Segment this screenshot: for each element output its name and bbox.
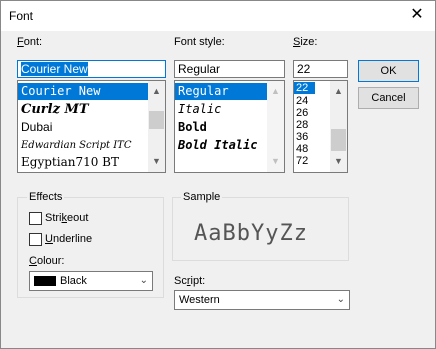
ok-button[interactable]: OK	[358, 60, 419, 82]
effects-title: Effects	[27, 191, 65, 203]
sample-preview-text: AaBbYyZz	[194, 221, 308, 246]
font-name-list[interactable]: Courier New Curlz MT Dubai Edwardian Scr…	[17, 80, 166, 173]
font-name-value: Courier New	[21, 62, 88, 76]
font-style-label: Font style:	[174, 36, 225, 48]
font-style-input[interactable]: Regular	[174, 60, 285, 78]
font-style-scrollbar[interactable]: ▲ ▼	[267, 81, 284, 172]
scroll-up-icon[interactable]: ▲	[148, 83, 165, 100]
chevron-down-icon: ⌄	[336, 294, 345, 305]
font-style-item[interactable]: Regular	[175, 83, 267, 100]
strikeout-label[interactable]: Strikeout	[45, 212, 88, 224]
font-dialog: Font ✕ Font: Courier New Courier New Cur…	[0, 0, 436, 349]
scroll-thumb[interactable]	[331, 129, 346, 151]
size-label: Size:	[293, 36, 318, 48]
underline-label[interactable]: Underline	[45, 233, 92, 245]
font-list-item[interactable]: Egyptian710 BT	[18, 154, 119, 171]
font-list-item[interactable]: Curlz MT	[18, 101, 89, 118]
size-input[interactable]: 22	[293, 60, 348, 78]
font-style-item[interactable]: Bold Italic	[175, 137, 257, 154]
colour-dropdown[interactable]: Black ⌄	[29, 271, 153, 291]
scroll-down-icon[interactable]: ▼	[330, 153, 347, 170]
colour-value: Black	[60, 275, 87, 287]
font-list-item[interactable]: Courier New	[18, 83, 148, 100]
colour-label: Colour:	[29, 255, 65, 267]
font-name-input[interactable]: Courier New	[17, 60, 166, 78]
size-value: 22	[297, 62, 311, 76]
font-list-item[interactable]: Dubai	[18, 119, 52, 136]
scroll-up-icon[interactable]: ▲	[330, 83, 347, 100]
size-item[interactable]: 26	[294, 107, 308, 119]
size-item[interactable]: 28	[294, 119, 308, 131]
size-item[interactable]: 24	[294, 95, 308, 107]
script-dropdown[interactable]: Western ⌄	[174, 290, 350, 310]
size-item[interactable]: 36	[294, 131, 308, 143]
window-title: Font	[9, 9, 34, 23]
font-list-scrollbar[interactable]: ▲ ▼	[148, 81, 165, 172]
close-icon[interactable]: ✕	[407, 5, 427, 25]
size-item[interactable]: 72	[294, 155, 308, 167]
size-list-scrollbar[interactable]: ▲ ▼	[330, 81, 347, 172]
colour-swatch	[34, 276, 56, 286]
font-style-item[interactable]: Italic	[175, 101, 221, 118]
scroll-thumb[interactable]	[149, 111, 164, 129]
underline-checkbox[interactable]	[29, 233, 42, 246]
font-style-item[interactable]: Bold	[175, 119, 207, 136]
chevron-down-icon: ⌄	[139, 275, 148, 286]
sample-title: Sample	[181, 191, 223, 203]
title-bar: Font ✕	[1, 1, 435, 31]
script-value: Western	[179, 294, 220, 306]
scroll-up-icon[interactable]: ▲	[267, 83, 284, 100]
scroll-down-icon[interactable]: ▼	[148, 153, 165, 170]
scroll-down-icon[interactable]: ▼	[267, 153, 284, 170]
font-list-item[interactable]: Edwardian Script ITC	[18, 137, 131, 154]
size-item[interactable]: 48	[294, 143, 308, 155]
size-item[interactable]: 22	[294, 82, 315, 94]
font-style-list[interactable]: Regular Italic Bold Bold Italic ▲ ▼	[174, 80, 285, 173]
cancel-button[interactable]: Cancel	[358, 87, 419, 109]
font-style-value: Regular	[178, 62, 221, 76]
font-label: Font:	[17, 36, 43, 48]
size-list[interactable]: 22 24 26 28 36 48 72 ▲ ▼	[293, 80, 348, 173]
strikeout-checkbox[interactable]	[29, 212, 42, 225]
script-label: Script:	[174, 275, 206, 287]
